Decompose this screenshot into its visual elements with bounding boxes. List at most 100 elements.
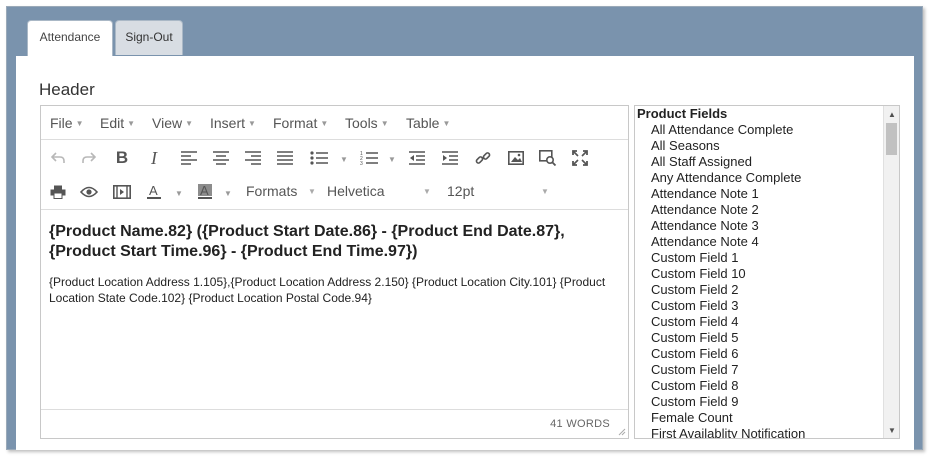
menu-insert-label: Insert xyxy=(210,115,246,131)
svg-text:3: 3 xyxy=(360,161,363,165)
outdent-icon[interactable] xyxy=(405,146,429,170)
fields-group-title: Product Fields xyxy=(637,106,728,121)
text-color-icon[interactable]: A xyxy=(142,180,166,204)
list-item[interactable]: All Staff Assigned xyxy=(651,154,805,170)
formats-dropdown[interactable]: Formats ▼ xyxy=(246,183,326,199)
menu-table-label: Table xyxy=(406,115,440,131)
svg-text:A: A xyxy=(149,184,158,198)
scroll-thumb[interactable] xyxy=(886,123,897,155)
font-size-dropdown[interactable]: 12pt ▼ xyxy=(447,183,557,199)
menu-format[interactable]: Format ▼ xyxy=(273,115,328,131)
undo-icon[interactable] xyxy=(46,146,70,170)
redo-icon[interactable] xyxy=(77,146,101,170)
formats-label: Formats xyxy=(246,183,298,199)
font-family-dropdown[interactable]: Helvetica ▼ xyxy=(327,183,445,199)
align-justify-icon[interactable] xyxy=(273,146,297,170)
chevron-down-icon: ▼ xyxy=(75,119,84,128)
italic-icon[interactable]: I xyxy=(142,146,166,170)
tab-bar: Attendance Sign-Out xyxy=(7,7,922,57)
list-item[interactable]: Attendance Note 3 xyxy=(651,218,805,234)
chevron-down-icon: ▼ xyxy=(380,119,389,128)
menu-edit[interactable]: Edit ▼ xyxy=(100,115,135,131)
chevron-down-icon: ▼ xyxy=(541,187,549,196)
scrollbar[interactable]: ▲ ▼ xyxy=(883,106,899,438)
list-item[interactable]: Custom Field 7 xyxy=(651,362,805,378)
editor-statusbar: 41 WORDS xyxy=(41,409,628,438)
chevron-down-icon: ▼ xyxy=(423,187,431,196)
list-item[interactable]: Custom Field 5 xyxy=(651,330,805,346)
app-frame: Attendance Sign-Out Header File ▼ Edit ▼ V… xyxy=(6,6,923,450)
chevron-down-icon: ▼ xyxy=(185,119,194,128)
chevron-down-icon[interactable]: ▼ xyxy=(340,155,348,164)
image-icon[interactable] xyxy=(504,146,528,170)
list-item[interactable]: Attendance Note 4 xyxy=(651,234,805,250)
word-count: 41 WORDS xyxy=(550,418,610,430)
editor-content[interactable]: {Product Name.82} ({Product Start Date.8… xyxy=(41,210,628,406)
list-item[interactable]: Custom Field 8 xyxy=(651,378,805,394)
list-item[interactable]: Custom Field 10 xyxy=(651,266,805,282)
background-color-icon[interactable]: A xyxy=(193,180,217,204)
list-item[interactable]: Custom Field 2 xyxy=(651,282,805,298)
align-right-icon[interactable] xyxy=(241,146,265,170)
menu-file[interactable]: File ▼ xyxy=(50,115,83,131)
font-family-value: Helvetica xyxy=(327,183,385,199)
toolbar-row-1: B I ▼ 123 ▼ xyxy=(41,142,628,175)
tab-content: Header File ▼ Edit ▼ View ▼ Insert ▼ Format ▼… xyxy=(16,56,914,450)
list-item[interactable]: Any Attendance Complete xyxy=(651,170,805,186)
preview-search-icon[interactable] xyxy=(536,146,560,170)
menu-format-label: Format xyxy=(273,115,318,131)
chevron-down-icon[interactable]: ▼ xyxy=(175,189,183,198)
bold-icon[interactable]: B xyxy=(110,146,134,170)
menu-insert[interactable]: Insert ▼ xyxy=(210,115,256,131)
menu-file-label: File xyxy=(50,115,73,131)
chevron-down-icon: ▼ xyxy=(248,119,256,128)
toolbar-row-2: A ▼ A ▼ Formats ▼ Helvetica ▼ 12pt ▼ xyxy=(41,176,628,209)
menu-view[interactable]: View ▼ xyxy=(152,115,193,131)
align-center-icon[interactable] xyxy=(209,146,233,170)
resize-handle-icon[interactable] xyxy=(616,426,626,436)
rich-text-editor: File ▼ Edit ▼ View ▼ Insert ▼ Format ▼ Tools ▼… xyxy=(40,105,629,439)
product-fields-list[interactable]: Product Fields All Attendance Complete Al… xyxy=(634,105,900,439)
list-item[interactable]: Custom Field 1 xyxy=(651,250,805,266)
section-title: Header xyxy=(39,80,95,99)
chevron-down-icon: ▼ xyxy=(308,187,316,196)
list-item[interactable]: Attendance Note 2 xyxy=(651,202,805,218)
bullet-list-icon[interactable] xyxy=(307,146,331,170)
fullscreen-icon[interactable] xyxy=(568,146,592,170)
list-item[interactable]: Custom Field 9 xyxy=(651,394,805,410)
list-item[interactable]: Female Count xyxy=(651,410,805,426)
content-paragraph: {Product Location Address 1.105},{Produc… xyxy=(49,275,606,305)
editor-menubar: File ▼ Edit ▼ View ▼ Insert ▼ Format ▼ Tools ▼… xyxy=(41,106,628,140)
indent-icon[interactable] xyxy=(438,146,462,170)
fields-items: All Attendance Complete All Seasons All St… xyxy=(651,122,805,438)
chevron-down-icon: ▼ xyxy=(442,119,451,128)
menu-tools[interactable]: Tools ▼ xyxy=(345,115,389,131)
content-heading: {Product Name.82} ({Product Start Date.8… xyxy=(49,223,565,260)
chevron-down-icon[interactable]: ▼ xyxy=(388,155,396,164)
media-icon[interactable] xyxy=(110,180,134,204)
tab-sign-out[interactable]: Sign-Out xyxy=(115,20,183,55)
menu-table[interactable]: Table ▼ xyxy=(406,115,450,131)
align-left-icon[interactable] xyxy=(177,146,201,170)
preview-eye-icon[interactable] xyxy=(77,180,101,204)
list-item[interactable]: Custom Field 4 xyxy=(651,314,805,330)
chevron-down-icon[interactable]: ▼ xyxy=(224,189,232,198)
scroll-up-icon[interactable]: ▲ xyxy=(884,106,899,122)
menu-tools-label: Tools xyxy=(345,115,378,131)
menu-edit-label: Edit xyxy=(100,115,125,131)
svg-text:A: A xyxy=(200,184,209,198)
numbered-list-icon[interactable]: 123 xyxy=(357,146,381,170)
tab-attendance[interactable]: Attendance xyxy=(27,20,113,57)
link-icon[interactable] xyxy=(471,146,495,170)
chevron-down-icon: ▼ xyxy=(320,119,329,128)
list-item[interactable]: Custom Field 6 xyxy=(651,346,805,362)
scroll-down-icon[interactable]: ▼ xyxy=(884,422,899,438)
list-item[interactable]: All Attendance Complete xyxy=(651,122,805,138)
list-item[interactable]: Attendance Note 1 xyxy=(651,186,805,202)
font-size-value: 12pt xyxy=(447,183,475,199)
list-item[interactable]: First Availablity Notification xyxy=(651,426,805,438)
print-icon[interactable] xyxy=(46,180,70,204)
list-item[interactable]: All Seasons xyxy=(651,138,805,154)
list-item[interactable]: Custom Field 3 xyxy=(651,298,805,314)
menu-view-label: View xyxy=(152,115,183,131)
